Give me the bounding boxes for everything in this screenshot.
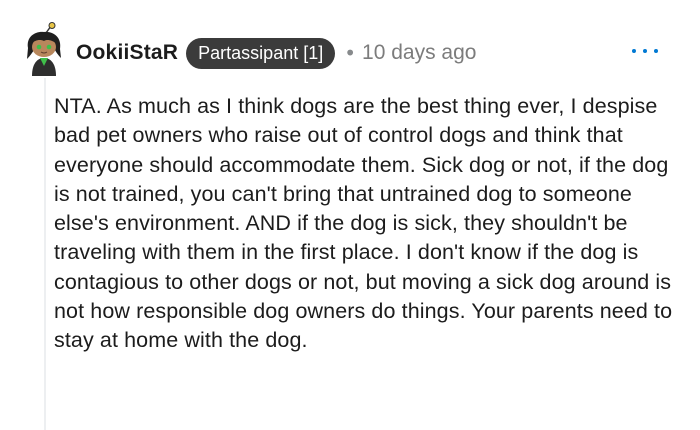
avatar[interactable] bbox=[22, 22, 66, 76]
username-link[interactable]: OokiiStaR bbox=[76, 41, 178, 65]
comment: OokiiStaR Partassipant [1] • 10 days ago… bbox=[0, 0, 700, 430]
user-flair-badge: Partassipant [1] bbox=[186, 37, 336, 69]
snoo-avatar-icon bbox=[27, 22, 61, 76]
separator-dot: • bbox=[344, 41, 357, 65]
comment-timestamp[interactable]: 10 days ago bbox=[362, 41, 476, 65]
more-options-button[interactable] bbox=[630, 38, 660, 64]
comment-body: NTA. As much as I think dogs are the bes… bbox=[54, 94, 673, 353]
comment-header: OokiiStaR Partassipant [1] • 10 days ago bbox=[76, 36, 476, 70]
ellipsis-horizontal-icon bbox=[632, 49, 636, 53]
